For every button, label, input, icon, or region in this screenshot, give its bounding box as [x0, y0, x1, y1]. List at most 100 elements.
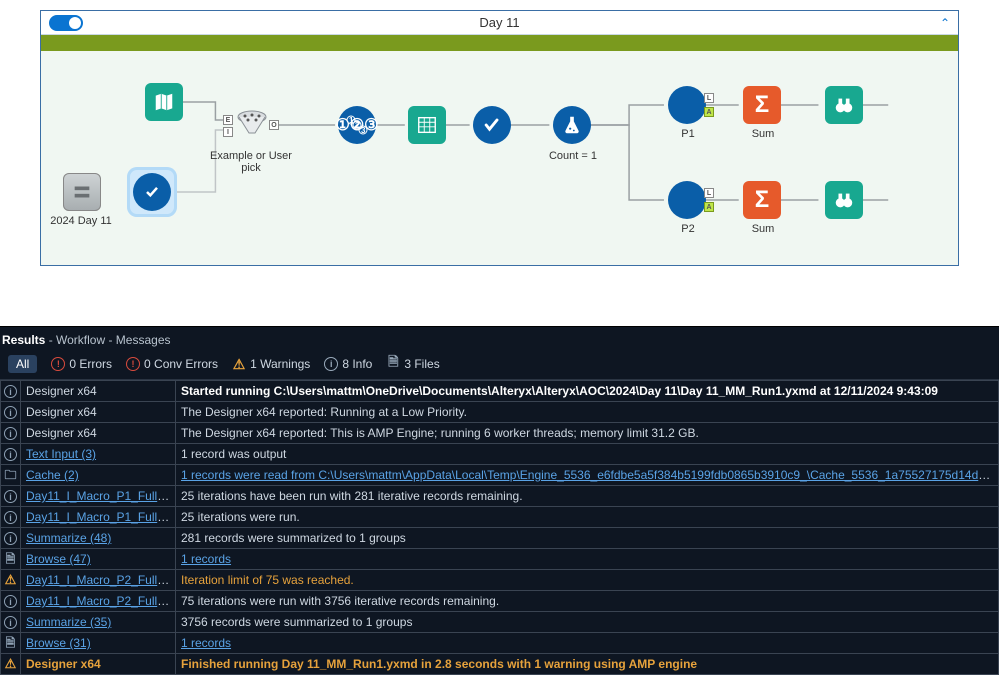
log-source-cell: Designer x64 [21, 654, 176, 675]
log-message-cell: 1 records [176, 633, 999, 654]
log-message-cell: 281 records were summarized to 1 groups [176, 528, 999, 549]
log-row[interactable]: ⚠Day11_I_Macro_P2_Full (51)Iteration lim… [1, 570, 999, 591]
log-source-link[interactable]: Summarize (48) [26, 531, 111, 545]
log-source-cell: Day11_I_Macro_P1_Full (50) [21, 486, 176, 507]
flask-icon [561, 114, 583, 136]
container-toggle[interactable] [49, 15, 83, 31]
results-panel[interactable]: Results - Workflow - Messages All !0 Err… [0, 326, 999, 675]
log-source-link[interactable]: Day11_I_Macro_P1_Full (50) [26, 510, 176, 524]
text-to-columns-tool[interactable] [408, 106, 446, 144]
record-id-overlay: 123 [338, 106, 376, 144]
log-row[interactable]: i Summarize (48) 281 records were summariz… [1, 528, 999, 549]
log-source-cell: Designer x64 [21, 402, 176, 423]
output-anchor-o[interactable]: O [269, 120, 279, 130]
output-anchor-l[interactable]: L [704, 93, 714, 103]
log-icon-cell: i [1, 528, 21, 549]
log-icon-cell: ⚠ [1, 654, 21, 675]
summarize-tool-1[interactable]: Σ [743, 86, 781, 124]
log-message-link[interactable]: 1 records were read from C:\Users\mattm\… [181, 468, 999, 482]
log-source-link[interactable]: Browse (31) [26, 636, 91, 650]
browse-tool-2[interactable] [825, 181, 863, 219]
info-icon: i [324, 357, 338, 371]
map-input-tool[interactable] [145, 83, 183, 121]
macro-p1-tool[interactable] [668, 86, 706, 124]
filter-files[interactable]: 🗎3 Files [386, 357, 439, 371]
sigma-icon: Σ [755, 91, 769, 119]
connection-wires [41, 35, 958, 265]
log-source-link[interactable]: Browse (47) [26, 552, 91, 566]
log-message-cell: Started running C:\Users\mattm\OneDrive\… [176, 381, 999, 402]
browse-tool-1[interactable] [825, 86, 863, 124]
filter-all[interactable]: All [8, 355, 37, 373]
info-icon: i [4, 511, 17, 524]
log-source-link[interactable]: Day11_I_Macro_P1_Full (50) [26, 489, 176, 503]
log-source-cell: Browse (31) [21, 633, 176, 654]
log-source-link[interactable]: Summarize (35) [26, 615, 111, 629]
log-row[interactable]: iText Input (3)1 record was output [1, 444, 999, 465]
log-row[interactable]: iSummarize (35)3756 records were summari… [1, 612, 999, 633]
results-tab-sub: - Workflow - Messages [45, 333, 170, 347]
results-filters: All !0 Errors !0 Conv Errors ⚠1 Warnings… [0, 351, 999, 380]
log-icon-cell: 🗎 [1, 633, 21, 654]
file-icon: 🗎 [386, 357, 400, 371]
output-anchor-l[interactable]: L [704, 188, 714, 198]
log-source-cell: Text Input (3) [21, 444, 176, 465]
log-row[interactable]: i Day11_I_Macro_P2_Full (51)75 iterations… [1, 591, 999, 612]
log-row[interactable]: iDay11_I_Macro_P1_Full (50)25 iterations… [1, 486, 999, 507]
log-message-cell: 3756 records were summarized to 1 groups [176, 612, 999, 633]
log-source-cell: Cache (2) [21, 465, 176, 486]
log-row[interactable]: iDay11_I_Macro_P1_Full (50)25 iterations… [1, 507, 999, 528]
log-row[interactable]: i Designer x64Started running C:\Users\ma… [1, 381, 999, 402]
log-row[interactable]: iDesigner x64The Designer x64 reported: … [1, 423, 999, 444]
warning-icon: ⚠ [4, 574, 17, 587]
filter-warnings[interactable]: ⚠1 Warnings [232, 357, 310, 371]
output-anchor-a[interactable]: A [704, 202, 714, 212]
log-row[interactable]: 🗎 Browse (47) 1 records [1, 549, 999, 570]
select-tool-2[interactable] [473, 106, 511, 144]
info-icon: i [4, 595, 17, 608]
log-icon-cell: i [1, 381, 21, 402]
filter-conv-errors[interactable]: !0 Conv Errors [126, 357, 218, 371]
container-header[interactable]: Day 11 ⌃ [41, 11, 958, 35]
filter-tool[interactable] [233, 105, 271, 143]
log-source-link[interactable]: Day11_I_Macro_P2_Full (51) [26, 573, 176, 587]
canvas-body[interactable]: 2024 Day 11 E I O Example or User pick [41, 35, 958, 265]
filter-info[interactable]: i8 Info [324, 357, 372, 371]
log-message-cell: 75 iterations were run with 3756 iterati… [176, 591, 999, 612]
log-icon-cell: i [1, 486, 21, 507]
input-anchor-e[interactable]: E [223, 115, 233, 125]
log-source-link[interactable]: Text Input (3) [26, 447, 96, 461]
output-anchor[interactable] [41, 49, 958, 51]
warning-icon: ⚠ [4, 658, 17, 671]
text-input-label: 2024 Day 11 [31, 215, 131, 227]
info-icon: i [4, 532, 17, 545]
macro-p2-tool[interactable] [668, 181, 706, 219]
log-icon-cell: i [1, 423, 21, 444]
filter-errors[interactable]: !0 Errors [51, 357, 112, 371]
info-icon: i [4, 385, 17, 398]
output-anchor-a[interactable]: A [704, 107, 714, 117]
log-row[interactable]: ⚠Designer x64Finished running Day 11_MM_… [1, 654, 999, 675]
log-message-link[interactable]: 1 records [181, 636, 231, 650]
binoculars-icon [833, 94, 855, 116]
log-source-link[interactable]: Day11_I_Macro_P2_Full (51) [26, 594, 176, 608]
tool-container[interactable]: Day 11 ⌃ [40, 10, 959, 266]
input-anchor-i[interactable]: I [223, 127, 233, 137]
summarize-tool-2[interactable]: Σ [743, 181, 781, 219]
info-icon: i [4, 427, 17, 440]
formula-tool[interactable] [553, 106, 591, 144]
text-input-tool[interactable] [63, 173, 101, 211]
log-row[interactable]: 🗎 Browse (31) 1 records [1, 633, 999, 654]
log-source-cell: Summarize (35) [21, 612, 176, 633]
log-message-link[interactable]: 1 records [181, 552, 231, 566]
collapse-icon[interactable]: ⌃ [940, 16, 950, 30]
log-source-cell: Designer x64 [21, 381, 176, 402]
select-tool[interactable] [133, 173, 171, 211]
results-tab-title[interactable]: Results [2, 333, 45, 347]
log-row[interactable]: iDesigner x64The Designer x64 reported: … [1, 402, 999, 423]
log-source-link[interactable]: Cache (2) [26, 468, 79, 482]
workflow-canvas[interactable]: Day 11 ⌃ [0, 0, 999, 286]
log-row[interactable]: 🗀Cache (2)1 records were read from C:\Us… [1, 465, 999, 486]
log-icon-cell: 🗎 [1, 549, 21, 570]
container-title: Day 11 [479, 15, 519, 30]
